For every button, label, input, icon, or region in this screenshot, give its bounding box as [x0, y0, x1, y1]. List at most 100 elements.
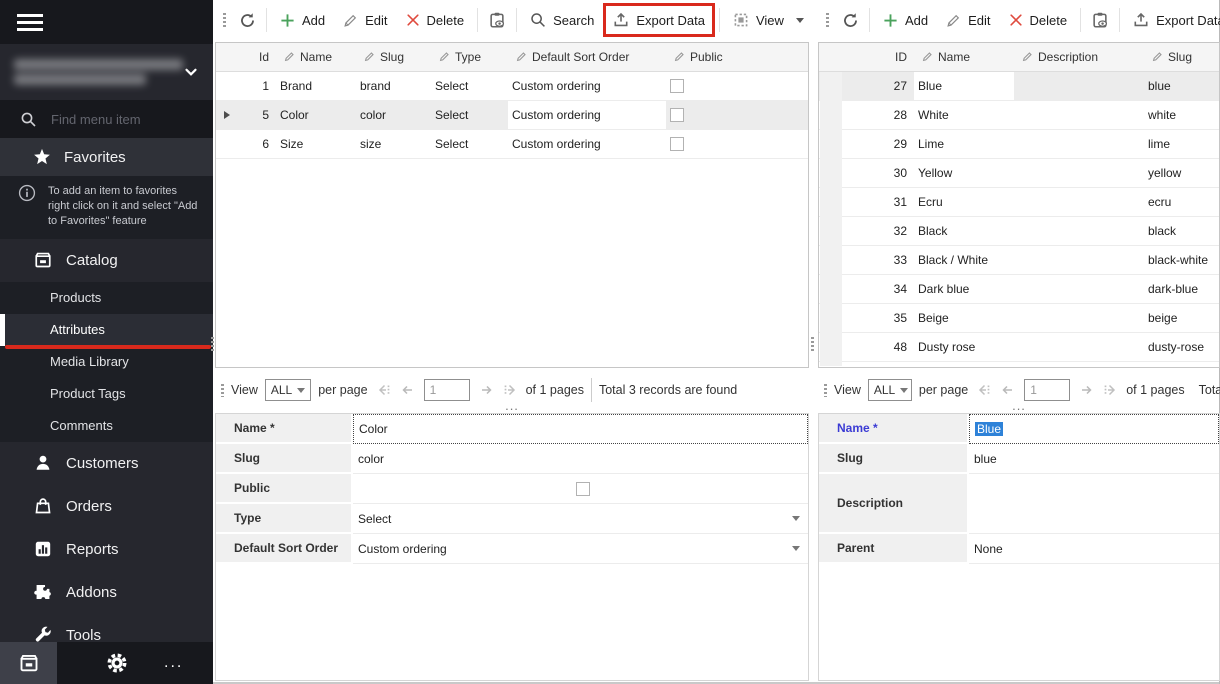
export-data-button[interactable]: Export Data: [603, 3, 715, 37]
checkbox[interactable]: [670, 79, 684, 93]
sidebar-item-customers[interactable]: Customers: [0, 442, 213, 485]
page-size-select[interactable]: ALL: [265, 379, 311, 401]
sidebar-item-addons[interactable]: Addons: [0, 571, 213, 614]
sidebar-item-product-tags[interactable]: Product Tags: [0, 378, 213, 410]
cell-id[interactable]: 32: [841, 216, 914, 245]
column-header-slug[interactable]: Slug: [1144, 43, 1219, 71]
sidebar-item-reports[interactable]: Reports: [0, 528, 213, 571]
table-row[interactable]: 28White white: [819, 100, 1219, 129]
cell-slug[interactable]: blue: [1144, 71, 1219, 100]
cell-slug[interactable]: dusty-rose: [1144, 332, 1219, 361]
cell-name[interactable]: White: [914, 100, 1014, 129]
refresh-icon[interactable]: [836, 6, 865, 34]
cell-description[interactable]: [1014, 71, 1144, 100]
prev-page-button[interactable]: [401, 384, 414, 396]
cell-id[interactable]: 33: [841, 245, 914, 274]
panel-splitter-handle[interactable]: [811, 337, 814, 353]
sidebar-item-catalog[interactable]: Catalog: [0, 239, 213, 282]
cell-public[interactable]: [666, 129, 808, 158]
sidebar-item-products[interactable]: Products: [0, 282, 213, 314]
preview-grid-icon[interactable]: [482, 6, 512, 34]
hamburger-menu-icon[interactable]: [17, 10, 43, 35]
table-row[interactable]: 30Yellowyellow: [819, 158, 1219, 187]
view-dropdown-button[interactable]: View: [724, 6, 809, 34]
slug-field[interactable]: color: [353, 444, 808, 474]
cell-slug[interactable]: dark-blue: [1144, 274, 1219, 303]
cell-sort_order[interactable]: Custom ordering: [508, 71, 666, 100]
cell-id[interactable]: 34: [841, 274, 914, 303]
search-input[interactable]: [51, 112, 191, 127]
cell-description[interactable]: [1014, 158, 1144, 187]
cell-id[interactable]: 5: [242, 100, 276, 129]
table-row[interactable]: 1BrandbrandSelectCustom ordering: [216, 71, 808, 100]
cell-slug[interactable]: yellow: [1144, 158, 1219, 187]
pager-drag-handle[interactable]: [824, 384, 827, 397]
column-header-slug[interactable]: Slug: [356, 43, 431, 71]
cell-id[interactable]: 30: [841, 158, 914, 187]
name-field[interactable]: Blue: [969, 414, 1219, 444]
table-row[interactable]: 33Black / Whiteblack-white: [819, 245, 1219, 274]
cell-name[interactable]: Brand: [276, 71, 356, 100]
edit-button[interactable]: Edit: [334, 6, 396, 34]
row-selector[interactable]: [216, 100, 242, 129]
delete-button[interactable]: Delete: [397, 6, 474, 34]
cell-slug[interactable]: black: [1144, 216, 1219, 245]
description-field[interactable]: [969, 474, 1219, 534]
refresh-icon[interactable]: [233, 6, 262, 34]
cell-id[interactable]: 28: [841, 100, 914, 129]
cell-description[interactable]: [1014, 332, 1144, 361]
export-data-button[interactable]: Export Data: [1124, 6, 1220, 34]
catalog-tab-icon[interactable]: [0, 642, 57, 684]
add-button[interactable]: Add: [271, 6, 334, 34]
cell-description[interactable]: [1014, 303, 1144, 332]
table-row[interactable]: 6SizesizeSelectCustom ordering: [216, 129, 808, 158]
cell-description[interactable]: [1014, 274, 1144, 303]
cell-name[interactable]: Lime: [914, 129, 1014, 158]
form-resize-handle[interactable]: ...: [215, 401, 809, 411]
row-selector[interactable]: [216, 71, 242, 100]
page-number-input[interactable]: [424, 379, 470, 401]
table-row[interactable]: 31Ecruecru: [819, 187, 1219, 216]
checkbox[interactable]: [576, 482, 590, 496]
sort-order-dropdown[interactable]: Custom ordering: [353, 534, 808, 564]
cell-name[interactable]: Beige: [914, 303, 1014, 332]
public-checkbox-field[interactable]: [353, 474, 808, 504]
cell-slug[interactable]: beige: [1144, 303, 1219, 332]
sidebar-splitter-handle[interactable]: [211, 337, 214, 353]
gear-icon[interactable]: [106, 652, 128, 674]
column-header-default-sort-order[interactable]: Default Sort Order: [508, 43, 666, 71]
cell-sort_order[interactable]: Custom ordering: [508, 100, 666, 129]
name-field[interactable]: Color: [353, 414, 808, 444]
sidebar-item-comments[interactable]: Comments: [0, 410, 213, 442]
cell-description[interactable]: [1014, 187, 1144, 216]
table-row[interactable]: 5ColorcolorSelectCustom ordering: [216, 100, 808, 129]
column-header-type[interactable]: Type: [431, 43, 508, 71]
cell-sort_order[interactable]: Custom ordering: [508, 129, 666, 158]
type-dropdown[interactable]: Select: [353, 504, 808, 534]
cell-public[interactable]: [666, 71, 808, 100]
form-resize-handle[interactable]: ...: [818, 401, 1220, 411]
parent-field[interactable]: None: [969, 534, 1219, 564]
cell-slug[interactable]: lime: [1144, 129, 1219, 158]
column-header-id[interactable]: ID: [841, 43, 914, 71]
cell-type[interactable]: Select: [431, 71, 508, 100]
next-page-button[interactable]: [1080, 384, 1093, 396]
more-options-button[interactable]: ...: [164, 658, 183, 668]
cell-public[interactable]: [666, 100, 808, 129]
page-size-select[interactable]: ALL: [868, 379, 912, 401]
cell-type[interactable]: Select: [431, 129, 508, 158]
table-row[interactable]: 35Beigebeige: [819, 303, 1219, 332]
table-row[interactable]: 32Blackblack: [819, 216, 1219, 245]
cell-id[interactable]: 6: [242, 129, 276, 158]
cell-slug[interactable]: color: [356, 100, 431, 129]
slug-field[interactable]: blue: [969, 444, 1219, 474]
cell-slug[interactable]: size: [356, 129, 431, 158]
cell-slug[interactable]: brand: [356, 71, 431, 100]
checkbox[interactable]: [670, 108, 684, 122]
cell-name[interactable]: Dark blue: [914, 274, 1014, 303]
cell-slug[interactable]: white: [1144, 100, 1219, 129]
cell-name[interactable]: Size: [276, 129, 356, 158]
cell-name[interactable]: Ecru: [914, 187, 1014, 216]
delete-button[interactable]: Delete: [1000, 6, 1077, 34]
page-number-input[interactable]: [1024, 379, 1070, 401]
